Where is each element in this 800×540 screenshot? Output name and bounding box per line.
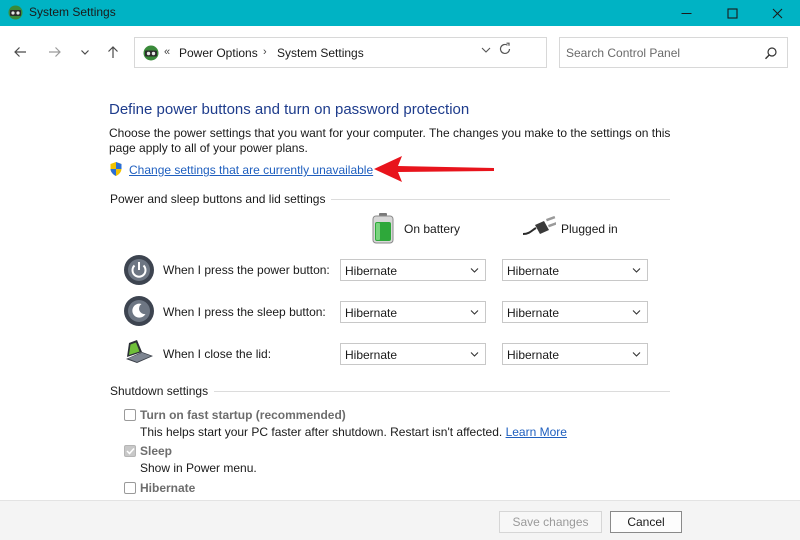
page-title: Define power buttons and turn on passwor… bbox=[109, 101, 470, 118]
chevron-down-icon bbox=[470, 268, 479, 273]
column-on-battery: On battery bbox=[404, 222, 461, 236]
refresh-icon[interactable] bbox=[497, 41, 513, 57]
sleep-description: Show in Power menu. bbox=[140, 461, 257, 475]
search-input[interactable] bbox=[566, 44, 756, 62]
chevron-down-icon bbox=[470, 310, 479, 315]
battery-icon bbox=[372, 213, 394, 244]
cancel-button[interactable]: Cancel bbox=[610, 511, 682, 533]
page-description: Choose the power settings that you want … bbox=[109, 126, 671, 155]
maximize-button[interactable] bbox=[709, 0, 755, 26]
address-bar[interactable]: « Power Options › System Settings bbox=[134, 37, 547, 68]
power-plug-icon bbox=[522, 216, 556, 235]
uac-shield-icon bbox=[110, 162, 122, 176]
content-area: Define power buttons and turn on passwor… bbox=[0, 78, 800, 500]
forward-arrow-icon bbox=[49, 47, 61, 57]
breadcrumb-overflow[interactable]: « bbox=[164, 46, 170, 58]
up-arrow-icon bbox=[108, 46, 118, 58]
shutdown-section-title: Shutdown settings bbox=[110, 384, 215, 398]
sleep-checkbox[interactable] bbox=[124, 445, 136, 457]
back-button[interactable] bbox=[11, 43, 29, 61]
sleep-button-on-battery-select[interactable]: Hibernate bbox=[340, 301, 486, 323]
sleep-label: Sleep bbox=[140, 444, 173, 458]
search-box[interactable] bbox=[559, 37, 788, 68]
up-button[interactable] bbox=[104, 43, 122, 61]
breadcrumb-power-options[interactable]: Power Options bbox=[179, 46, 258, 60]
chevron-down-icon bbox=[632, 352, 641, 357]
power-button-on-battery-select[interactable]: Hibernate bbox=[340, 259, 486, 281]
sleep-button-label: When I press the sleep button: bbox=[163, 305, 326, 319]
forward-button[interactable] bbox=[46, 43, 64, 61]
address-dropdown-icon[interactable] bbox=[479, 43, 493, 57]
close-button[interactable] bbox=[754, 0, 800, 26]
back-arrow-icon bbox=[14, 47, 26, 57]
save-changes-button[interactable]: Save changes bbox=[499, 511, 602, 533]
laptop-lid-icon bbox=[126, 340, 153, 363]
footer-bar: Save changes Cancel bbox=[0, 500, 800, 540]
control-panel-icon bbox=[8, 5, 23, 20]
fast-startup-description: This helps start your PC faster after sh… bbox=[140, 425, 567, 439]
chevron-down-icon bbox=[632, 310, 641, 315]
title-bar: System Settings bbox=[0, 0, 800, 26]
power-button-label: When I press the power button: bbox=[163, 263, 330, 277]
maximize-icon bbox=[726, 7, 738, 19]
column-plugged-in: Plugged in bbox=[561, 222, 618, 236]
sleep-button-plugged-in-select[interactable]: Hibernate bbox=[502, 301, 648, 323]
learn-more-link[interactable]: Learn More bbox=[506, 425, 567, 439]
power-section-title: Power and sleep buttons and lid settings bbox=[110, 192, 332, 206]
minimize-button[interactable] bbox=[663, 0, 709, 26]
sleep-button-icon bbox=[124, 296, 154, 326]
close-lid-plugged-in-select[interactable]: Hibernate bbox=[502, 343, 648, 365]
search-icon[interactable] bbox=[764, 46, 778, 60]
fast-startup-label: Turn on fast startup (recommended) bbox=[140, 408, 346, 422]
minimize-icon bbox=[681, 12, 691, 14]
chevron-down-icon bbox=[632, 268, 641, 273]
red-arrow-annotation bbox=[374, 156, 494, 182]
checkmark-icon bbox=[126, 447, 135, 455]
chevron-down-icon bbox=[470, 352, 479, 357]
power-button-icon bbox=[124, 255, 154, 285]
change-unavailable-settings-link[interactable]: Change settings that are currently unava… bbox=[129, 163, 373, 177]
recent-locations-button[interactable] bbox=[76, 43, 94, 61]
navigation-bar: « Power Options › System Settings bbox=[0, 26, 800, 78]
power-button-plugged-in-select[interactable]: Hibernate bbox=[502, 259, 648, 281]
window-title: System Settings bbox=[29, 5, 116, 19]
close-lid-on-battery-select[interactable]: Hibernate bbox=[340, 343, 486, 365]
hibernate-label: Hibernate bbox=[140, 481, 196, 495]
control-panel-icon bbox=[143, 45, 159, 61]
fast-startup-checkbox[interactable] bbox=[124, 409, 136, 421]
breadcrumb-separator: › bbox=[263, 46, 267, 58]
breadcrumb-system-settings[interactable]: System Settings bbox=[277, 46, 364, 60]
hibernate-checkbox[interactable] bbox=[124, 482, 136, 494]
chevron-down-icon bbox=[81, 50, 89, 55]
close-icon bbox=[772, 8, 782, 18]
close-lid-label: When I close the lid: bbox=[163, 347, 272, 361]
